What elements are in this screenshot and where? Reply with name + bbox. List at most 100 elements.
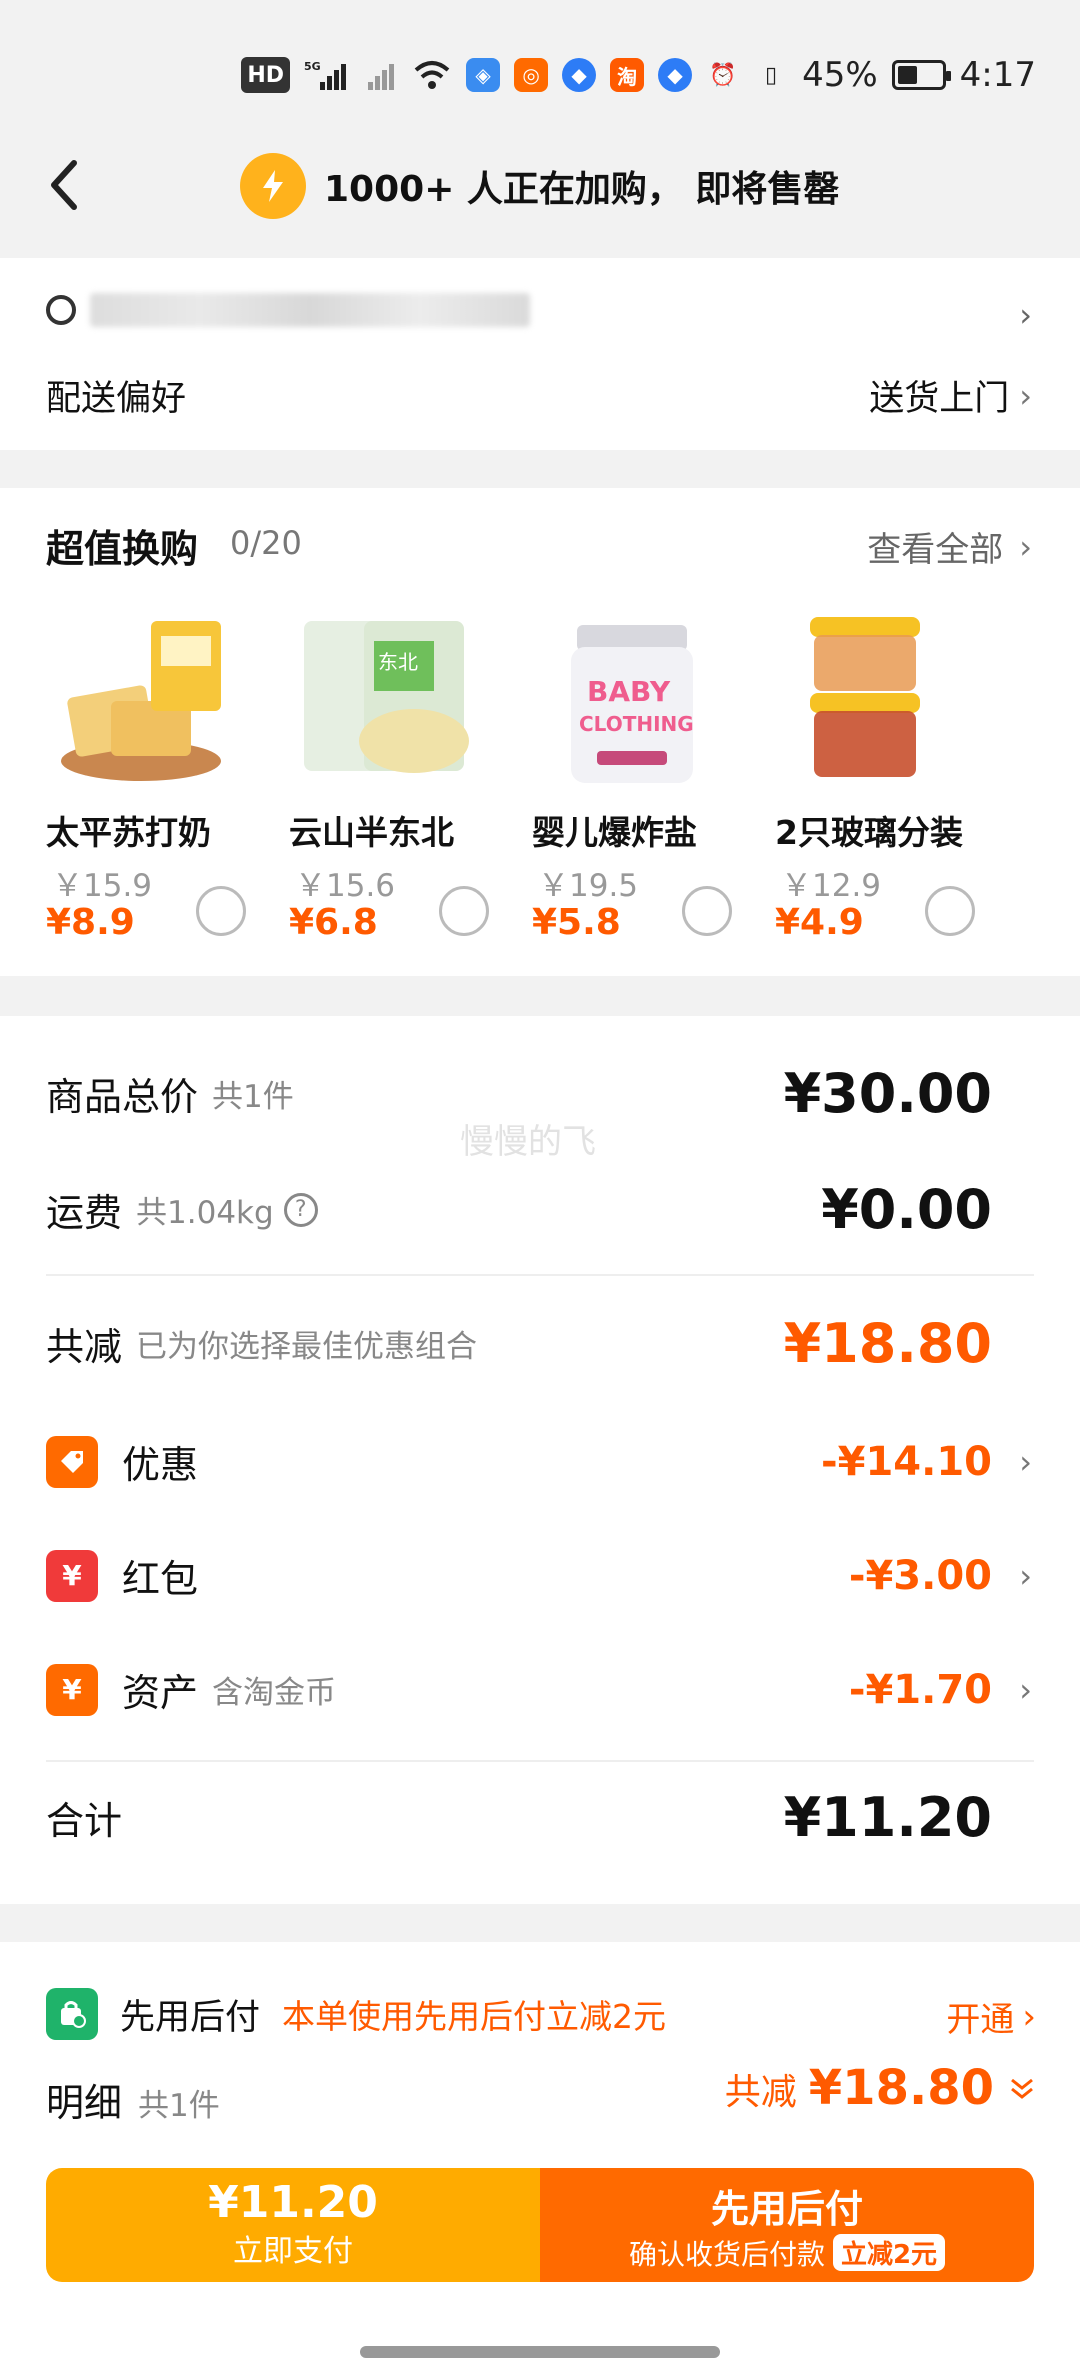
goods-total-label: 商品总价 <box>46 1075 199 1119</box>
product-item[interactable]: 2只玻璃分装 ￥12.9 ¥4.9 <box>775 606 1018 946</box>
divider <box>46 1760 1034 1762</box>
chevron-right-icon: › <box>1022 1996 1036 2037</box>
clock: 4:17 <box>959 55 1036 95</box>
product-name: 太平苏打奶 <box>46 813 211 852</box>
svg-text:CLOTHING: CLOTHING <box>579 712 694 736</box>
back-arrow-icon <box>51 160 77 210</box>
product-original-price: ￥12.9 <box>781 868 882 904</box>
discount-tag: 立减2元 <box>832 2234 946 2271</box>
alarm-icon: ⏰ <box>709 62 737 88</box>
location-icon <box>46 295 76 325</box>
select-radio[interactable] <box>925 886 975 936</box>
detail-discount-label: 共减 <box>724 2072 797 2113</box>
product-image-glass-container <box>775 606 965 796</box>
product-item[interactable]: BABY CLOTHING 婴儿爆炸盐 ￥19.5 ¥5.8 <box>532 606 775 946</box>
address-line[interactable] <box>46 288 566 332</box>
browser-2-icon: ◆ <box>658 58 693 92</box>
asset-label: 资产 <box>122 1671 199 1715</box>
divider <box>46 1274 1034 1276</box>
pay-now-label: 立即支付 <box>233 2234 353 2270</box>
grand-total-value: ¥11.20 <box>783 1786 992 1849</box>
taobao-icon: 淘 <box>610 58 645 92</box>
red-packet-value: -¥3.00 <box>848 1552 992 1599</box>
pay-later-subtitle: 确认收货后付款 立减2元 <box>628 2233 946 2273</box>
product-price: ¥8.9 <box>46 902 135 943</box>
chevron-right-icon: › <box>1019 376 1032 415</box>
svg-text:5G: 5G <box>304 60 321 73</box>
product-name: 云山半东北 <box>289 813 454 852</box>
delivery-pref-selector[interactable]: 送货上门 › <box>869 370 1032 421</box>
detail-discount-toggle[interactable]: 共减 ¥18.80 <box>725 2060 1038 2116</box>
asset-value: -¥1.70 <box>848 1666 992 1713</box>
asset-row[interactable]: ¥ 资产 含淘金币 -¥1.70 › <box>46 1662 1032 1717</box>
product-original-price: ￥15.9 <box>52 868 153 904</box>
blurred-address <box>90 293 530 327</box>
svg-text:东北: 东北 <box>378 650 418 674</box>
top-nav: 1000+ 人正在加购， 即将售罄 <box>0 120 1080 250</box>
red-packet-icon: ¥ <box>46 1549 98 1602</box>
gold-coin-icon: ¥ <box>46 1663 98 1716</box>
app-notification-icon: ◈ <box>466 58 501 92</box>
section-title: 超值换购 <box>46 527 199 571</box>
detail-summary[interactable]: 明细 共1件 <box>46 2072 220 2127</box>
activate-label: 开通 <box>946 2000 1015 2040</box>
detail-label: 明细 <box>46 2081 123 2125</box>
detail-discount-value: ¥18.80 <box>808 2060 994 2116</box>
grand-total-label: 合计 <box>46 1799 123 1843</box>
product-price: ¥4.9 <box>775 902 864 943</box>
banner-text: 1000+ 人正在加购， 即将售罄 <box>324 169 840 210</box>
product-image-detergent: BABY CLOTHING <box>532 606 722 796</box>
red-packet-row[interactable]: ¥ 红包 -¥3.00 › <box>46 1548 1032 1603</box>
coupon-row[interactable]: 优惠 -¥14.10 › <box>46 1434 1032 1489</box>
home-indicator[interactable] <box>360 2346 720 2358</box>
product-list: 太平苏打奶 ￥15.9 ¥8.9 东北 云山半东北 ￥15.6 ¥6.8 BAB… <box>46 606 1018 946</box>
select-radio[interactable] <box>682 886 732 936</box>
pay-later-sub-text: 确认收货后付款 <box>628 2237 825 2271</box>
signal-icon: 5G <box>304 57 350 93</box>
shipping-value: ¥0.00 <box>821 1178 992 1241</box>
detail-count: 共1件 <box>138 2088 220 2124</box>
pay-later-promo-text: 本单使用先用后付立减2元 <box>282 1997 667 2036</box>
pay-buttons: ¥11.20 立即支付 先用后付 确认收货后付款 立减2元 <box>46 2168 1034 2282</box>
pay-later-title: 先用后付 <box>710 2186 863 2231</box>
stock-banner: 1000+ 人正在加购， 即将售罄 <box>240 148 839 224</box>
product-image-sauerkraut: 东北 <box>289 606 479 796</box>
checkout-bar: 先用后付 本单使用先用后付立减2元 开通 › 明细 共1件 共减 ¥18.80 … <box>0 1942 1080 2376</box>
product-original-price: ￥19.5 <box>538 868 639 904</box>
back-button[interactable] <box>36 145 96 225</box>
goods-total-row: 商品总价 共1件 ¥30.00 <box>46 1062 1032 1125</box>
goods-count: 共1件 <box>212 1079 294 1115</box>
shipping-row: 运费 共1.04kg ? ¥0.00 <box>46 1178 1032 1241</box>
activate-pay-later-link[interactable]: 开通 › <box>946 1992 1036 2041</box>
shipping-weight: 共1.04kg <box>136 1195 274 1231</box>
watermark: 慢慢的飞 <box>460 1122 596 1162</box>
goods-total-value: ¥30.00 <box>783 1062 992 1125</box>
discount-label: 共减 <box>46 1325 123 1369</box>
discount-note: 已为你选择最佳优惠组合 <box>136 1329 478 1365</box>
chevron-right-icon: › <box>1019 296 1032 334</box>
help-icon[interactable]: ? <box>283 1192 318 1227</box>
product-original-price: ￥15.6 <box>295 868 396 904</box>
coupon-tag-icon <box>46 1435 98 1488</box>
signal-2-icon <box>364 57 398 93</box>
chevron-right-icon: › <box>1019 1670 1032 1709</box>
pay-now-button[interactable]: ¥11.20 立即支付 <box>46 2168 540 2282</box>
red-packet-label: 红包 <box>122 1557 199 1601</box>
product-item[interactable]: 东北 云山半东北 ￥15.6 ¥6.8 <box>289 606 532 946</box>
view-all-link[interactable]: 查看全部 › <box>867 522 1032 571</box>
product-item[interactable]: 太平苏打奶 ￥15.9 ¥8.9 <box>46 606 289 946</box>
product-price: ¥6.8 <box>289 902 378 943</box>
product-name: 婴儿爆炸盐 <box>532 813 697 852</box>
discount-total-value: ¥18.80 <box>783 1312 992 1375</box>
taobao-game-icon: ◎ <box>514 58 549 92</box>
pay-later-button[interactable]: 先用后付 确认收货后付款 立减2元 <box>540 2168 1034 2282</box>
select-radio[interactable] <box>439 886 489 936</box>
address-card[interactable]: › 配送偏好 送货上门 › <box>0 258 1080 450</box>
select-radio[interactable] <box>196 886 246 936</box>
product-name: 2只玻璃分装 <box>775 813 963 852</box>
coupon-label: 优惠 <box>122 1443 199 1487</box>
swap-count: 0/20 <box>230 524 302 562</box>
discount-total-row: 共减 已为你选择最佳优惠组合 ¥18.80 <box>46 1312 1032 1375</box>
shipping-label: 运费 <box>46 1191 123 1235</box>
pay-now-amount: ¥11.20 <box>208 2176 378 2228</box>
